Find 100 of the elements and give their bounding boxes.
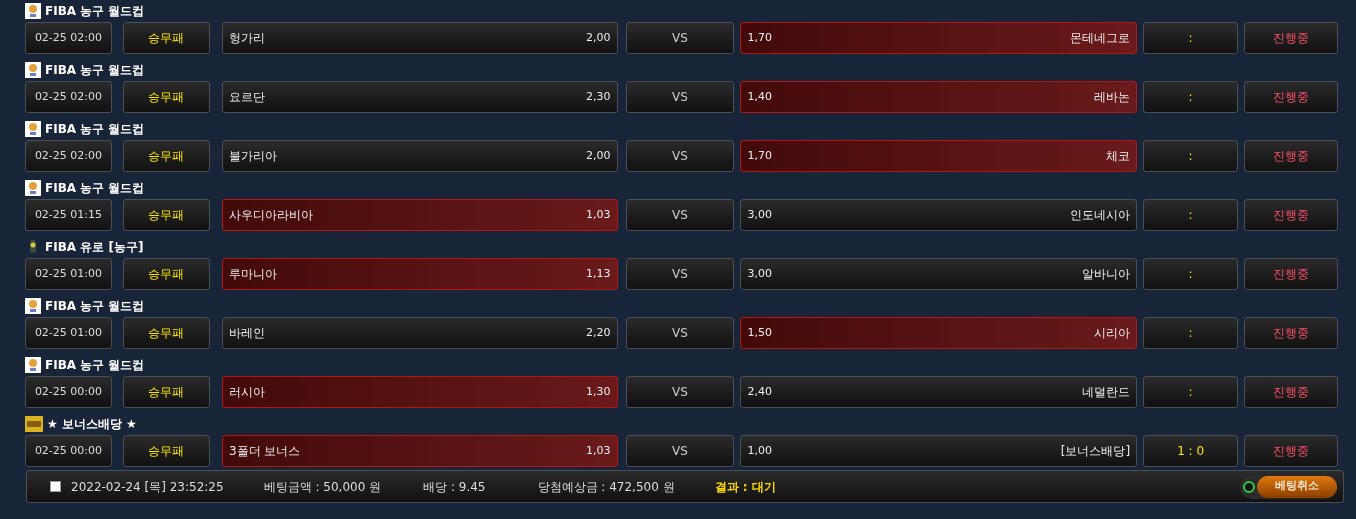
team-name: 인도네시아 bbox=[1070, 207, 1131, 224]
team-name: 레바논 bbox=[1094, 89, 1131, 106]
away-odds-button[interactable]: 2,40 네덜란드 bbox=[740, 376, 1138, 408]
cancel-bet-button[interactable]: 베팅취소 bbox=[1257, 475, 1337, 498]
status-label: 진행중 bbox=[1244, 199, 1338, 231]
expected-winnings: 당첨예상금 : 472,500 원 bbox=[537, 478, 675, 496]
match-time: 02-25 02:00 bbox=[25, 140, 112, 172]
home-odds-button[interactable]: 사우디아라비아 1,03 bbox=[221, 199, 618, 231]
odds-value: 1,03 bbox=[586, 206, 611, 223]
team-name: 3폴더 보너스 bbox=[228, 443, 301, 460]
home-odds-button[interactable]: 바레인 2,20 bbox=[221, 317, 618, 349]
away-odds-button[interactable]: 1,70 몬테네그로 bbox=[740, 22, 1138, 54]
match-time: 02-25 01:15 bbox=[25, 199, 112, 231]
odds-value: 1,00 bbox=[747, 442, 772, 459]
home-odds-button[interactable]: 3폴더 보너스 1,03 bbox=[221, 435, 618, 467]
away-odds-button[interactable]: 3,00 인도네시아 bbox=[740, 199, 1138, 231]
status-label: 진행중 bbox=[1244, 317, 1338, 349]
away-odds-button[interactable]: 3,00 알바니아 bbox=[740, 258, 1138, 290]
bet-type: 승무패 bbox=[122, 81, 210, 113]
match-time: 02-25 02:00 bbox=[25, 22, 112, 54]
bet-type: 승무패 bbox=[122, 435, 210, 467]
away-odds-button[interactable]: 1,00 [보너스배당] bbox=[740, 435, 1138, 467]
bet-datetime: 2022-02-24 [목] 23:52:25 bbox=[71, 478, 224, 496]
score-display: : bbox=[1143, 81, 1239, 113]
bet-odds: 배당 : 9.45 bbox=[423, 478, 486, 496]
odds-value: 2,30 bbox=[586, 88, 611, 105]
bet-type: 승무패 bbox=[122, 22, 210, 54]
bet-type: 승무패 bbox=[122, 317, 210, 349]
score-display: : bbox=[1143, 199, 1239, 231]
vs-label: VS bbox=[625, 199, 735, 231]
status-label: 진행중 bbox=[1244, 81, 1338, 113]
vs-label: VS bbox=[625, 140, 735, 172]
league-title: FIBA 유로 [농구] bbox=[45, 239, 144, 256]
vs-label: VS bbox=[625, 22, 735, 54]
odds-value: 1,70 bbox=[747, 147, 772, 164]
vs-label: VS bbox=[625, 376, 735, 408]
odds-value: 1,50 bbox=[747, 324, 772, 341]
home-odds-button[interactable]: 불가리아 2,00 bbox=[221, 140, 618, 172]
score-display: : bbox=[1143, 258, 1239, 290]
team-name: 알바니아 bbox=[1082, 266, 1131, 283]
match-time: 02-25 02:00 bbox=[25, 81, 112, 113]
status-dot-icon bbox=[1243, 480, 1255, 493]
odds-value: 1,13 bbox=[586, 265, 611, 282]
team-name: 시리아 bbox=[1094, 325, 1131, 342]
match-time: 02-25 01:00 bbox=[25, 258, 112, 290]
league-title: FIBA 농구 월드컵 bbox=[45, 180, 145, 197]
league-title: ★ 보너스배당 ★ bbox=[47, 416, 137, 433]
bet-amount: 베팅금액 : 50,000 원 bbox=[263, 478, 382, 496]
home-odds-button[interactable]: 루마니아 1,13 bbox=[221, 258, 618, 290]
league-title: FIBA 농구 월드컵 bbox=[45, 357, 145, 374]
league-title: FIBA 농구 월드컵 bbox=[45, 62, 145, 79]
status-label: 진행중 bbox=[1244, 376, 1338, 408]
bonus-icon bbox=[25, 416, 43, 432]
odds-value: 1,03 bbox=[586, 442, 611, 459]
away-odds-button[interactable]: 1,70 체코 bbox=[740, 140, 1138, 172]
select-checkbox[interactable] bbox=[50, 481, 61, 492]
bet-type: 승무패 bbox=[122, 199, 210, 231]
home-odds-button[interactable]: 러시아 1,30 bbox=[221, 376, 618, 408]
status-label: 진행중 bbox=[1244, 140, 1338, 172]
odds-value: 2,20 bbox=[586, 324, 611, 341]
home-odds-button[interactable]: 요르단 2,30 bbox=[221, 81, 618, 113]
league-title: FIBA 농구 월드컵 bbox=[45, 298, 145, 315]
score-display: 1 : 0 bbox=[1143, 435, 1239, 467]
team-name: [보너스배당] bbox=[1060, 443, 1131, 460]
score-display: : bbox=[1143, 22, 1239, 54]
team-name: 체코 bbox=[1106, 148, 1131, 165]
match-time: 02-25 01:00 bbox=[25, 317, 112, 349]
vs-label: VS bbox=[625, 81, 735, 113]
bet-result: 결과 : 대기 bbox=[714, 478, 776, 496]
away-odds-button[interactable]: 1,50 시리아 bbox=[740, 317, 1138, 349]
odds-value: 1,40 bbox=[747, 88, 772, 105]
odds-value: 2,00 bbox=[586, 147, 611, 164]
odds-value: 1,70 bbox=[747, 29, 772, 46]
vs-label: VS bbox=[625, 435, 735, 467]
odds-value: 2,00 bbox=[586, 29, 611, 46]
team-name: 불가리아 bbox=[228, 148, 277, 165]
team-name: 몬테네그로 bbox=[1070, 30, 1131, 47]
score-display: : bbox=[1143, 376, 1239, 408]
vs-label: VS bbox=[625, 258, 735, 290]
status-label: 진행중 bbox=[1244, 22, 1338, 54]
team-name: 바레인 bbox=[228, 325, 265, 342]
away-odds-button[interactable]: 1,40 레바논 bbox=[740, 81, 1138, 113]
score-display: : bbox=[1143, 140, 1239, 172]
vs-label: VS bbox=[625, 317, 735, 349]
home-odds-button[interactable]: 헝가리 2,00 bbox=[221, 22, 618, 54]
match-time: 02-25 00:00 bbox=[25, 376, 112, 408]
score-display: : bbox=[1143, 317, 1239, 349]
team-name: 네덜란드 bbox=[1082, 384, 1131, 401]
odds-value: 1,30 bbox=[586, 383, 611, 400]
bet-type: 승무패 bbox=[122, 376, 210, 408]
bet-type: 승무패 bbox=[122, 258, 210, 290]
match-time: 02-25 00:00 bbox=[25, 435, 112, 467]
bet-type: 승무패 bbox=[122, 140, 210, 172]
team-name: 러시아 bbox=[228, 384, 265, 401]
status-label: 진행중 bbox=[1244, 258, 1338, 290]
odds-value: 2,40 bbox=[747, 383, 772, 400]
team-name: 요르단 bbox=[228, 89, 265, 106]
team-name: 사우디아라비아 bbox=[228, 207, 313, 224]
odds-value: 3,00 bbox=[747, 206, 772, 223]
league-title: FIBA 농구 월드컵 bbox=[45, 121, 145, 138]
